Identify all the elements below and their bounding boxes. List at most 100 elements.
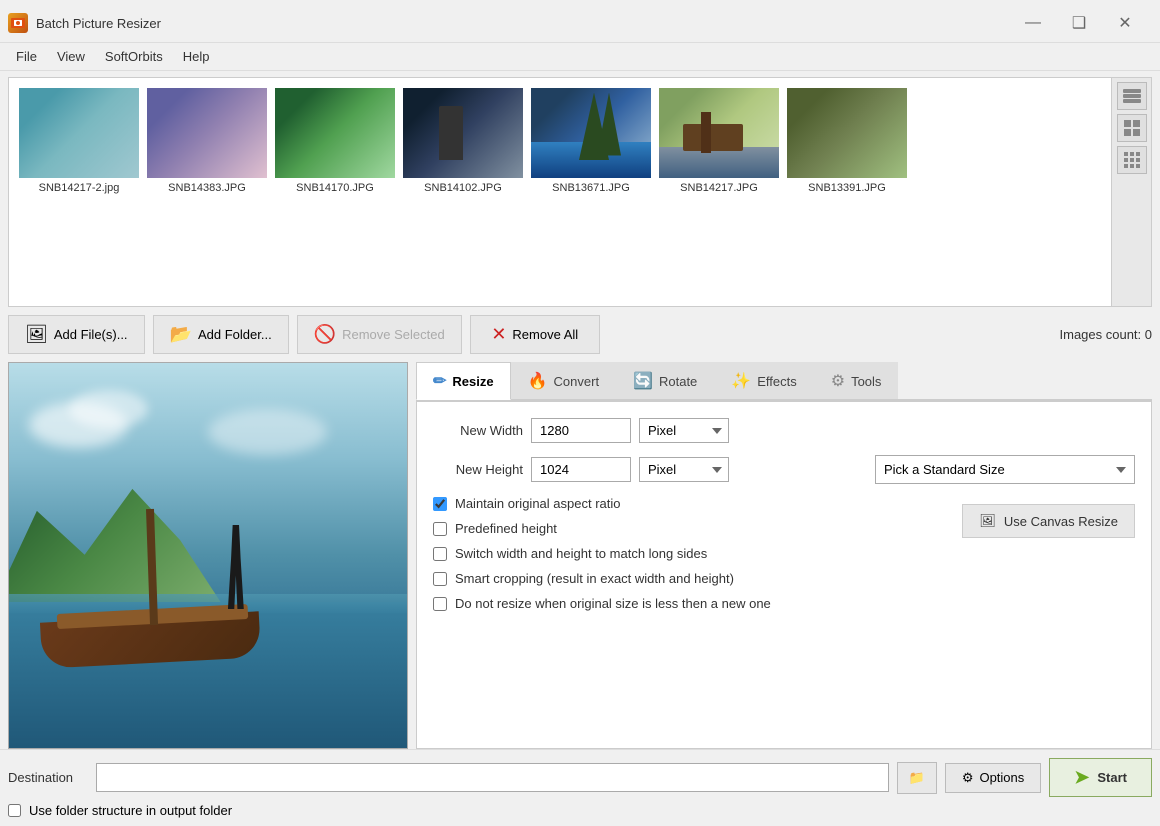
options-button[interactable]: ⚙ Options — [945, 763, 1041, 793]
canvas-resize-label: Use Canvas Resize — [1004, 514, 1118, 529]
remove-all-button[interactable]: ✕ Remove All — [470, 315, 600, 354]
smart-crop-checkbox[interactable] — [433, 572, 447, 586]
folder-structure-checkbox[interactable] — [8, 804, 21, 817]
destination-label: Destination — [8, 770, 88, 785]
close-button[interactable]: ✕ — [1102, 8, 1148, 38]
strip-view-btn-2[interactable] — [1117, 114, 1147, 142]
standard-size-select[interactable]: Pick a Standard Size 800x6001024x7681280… — [875, 455, 1135, 484]
tab-tools[interactable]: ⚙ Tools — [814, 362, 899, 399]
tab-tools-label: Tools — [851, 374, 881, 389]
tabs-bar: ✏ Resize 🔥 Convert 🔄 Rotate ✨ Effects ⚙ — [416, 362, 1152, 401]
no-resize-small-row: Do not resize when original size is less… — [433, 596, 938, 611]
menu-help[interactable]: Help — [175, 45, 218, 68]
tab-rotate-label: Rotate — [659, 374, 697, 389]
maintain-aspect-label[interactable]: Maintain original aspect ratio — [455, 496, 620, 511]
menu-view[interactable]: View — [49, 45, 93, 68]
switch-wh-checkbox[interactable] — [433, 547, 447, 561]
minimize-button[interactable]: — — [1010, 8, 1056, 38]
tab-rotate[interactable]: 🔄 Rotate — [616, 362, 714, 399]
thumb-label: SNB13671.JPG — [552, 182, 630, 194]
list-item[interactable]: SNB14102.JPG — [401, 86, 525, 196]
folder-structure-row: Use folder structure in output folder — [8, 803, 1152, 818]
maintain-aspect-row: Maintain original aspect ratio — [433, 496, 938, 511]
strip-view-btn-3[interactable] — [1117, 146, 1147, 174]
start-label: Start — [1097, 770, 1127, 785]
strip-view-btn-1[interactable] — [1117, 82, 1147, 110]
thumb-label: SNB14102.JPG — [424, 182, 502, 194]
smart-crop-row: Smart cropping (result in exact width an… — [433, 571, 938, 586]
new-height-input[interactable] — [531, 457, 631, 482]
preview-panel — [8, 362, 408, 749]
list-item[interactable]: SNB14170.JPG — [273, 86, 397, 196]
list-item[interactable]: SNB14383.JPG — [145, 86, 269, 196]
add-folder-button[interactable]: 📂 Add Folder... — [153, 315, 289, 354]
restore-button[interactable]: ❑ — [1056, 8, 1102, 38]
convert-icon: 🔥 — [528, 371, 548, 391]
remove-all-label: Remove All — [512, 327, 578, 342]
destination-input[interactable] — [96, 763, 889, 792]
destination-row: Destination 📁 ⚙ Options ➤ Start — [8, 758, 1152, 797]
remove-selected-icon: 🚫 — [314, 324, 336, 345]
folder-icon: 📁 — [909, 770, 925, 786]
add-files-button[interactable]: 🖼 Add File(s)... — [8, 315, 145, 354]
thumb-label: SNB14170.JPG — [296, 182, 374, 194]
strip-sidebar — [1111, 78, 1151, 306]
effects-icon: ✨ — [731, 371, 751, 391]
new-height-row: New Height PixelPercentInchCentimeter Pi… — [433, 455, 1135, 484]
right-panel: ✏ Resize 🔥 Convert 🔄 Rotate ✨ Effects ⚙ — [416, 362, 1152, 749]
preview-image — [9, 363, 407, 748]
folder-structure-label[interactable]: Use folder structure in output folder — [29, 803, 232, 818]
predefined-height-checkbox[interactable] — [433, 522, 447, 536]
resize-icon: ✏ — [433, 371, 446, 391]
add-folder-icon: 📂 — [170, 324, 192, 345]
switch-wh-row: Switch width and height to match long si… — [433, 546, 938, 561]
image-strip-container: SNB14217-2.jpg SNB14383.JPG SNB14170.JPG… — [8, 77, 1152, 307]
smart-crop-label[interactable]: Smart cropping (result in exact width an… — [455, 571, 734, 586]
new-width-label: New Width — [433, 423, 523, 438]
canvas-resize-icon: 🖼 — [979, 513, 996, 529]
add-files-label: Add File(s)... — [54, 327, 128, 342]
tab-effects[interactable]: ✨ Effects — [714, 362, 813, 399]
bottom-bar: Destination 📁 ⚙ Options ➤ Start Use fold… — [0, 749, 1160, 826]
no-resize-small-checkbox[interactable] — [433, 597, 447, 611]
start-icon: ➤ — [1074, 767, 1089, 788]
panels-row: ✏ Resize 🔥 Convert 🔄 Rotate ✨ Effects ⚙ — [0, 362, 1160, 749]
new-width-row: New Width PixelPercentInchCentimeter — [433, 418, 1135, 443]
remove-all-icon: ✕ — [491, 324, 506, 345]
resize-tab-content: New Width PixelPercentInchCentimeter New… — [416, 401, 1152, 749]
list-item[interactable]: SNB13391.JPG — [785, 86, 909, 196]
title-bar-controls: — ❑ ✕ — [1010, 8, 1148, 38]
thumb-label: SNB14217.JPG — [680, 182, 758, 194]
tab-effects-label: Effects — [757, 374, 797, 389]
new-width-unit-select[interactable]: PixelPercentInchCentimeter — [639, 418, 729, 443]
thumb-label: SNB14383.JPG — [168, 182, 246, 194]
list-item[interactable]: SNB14217-2.jpg — [17, 86, 141, 196]
menu-softorbits[interactable]: SoftOrbits — [97, 45, 171, 68]
thumb-label: SNB13391.JPG — [808, 182, 886, 194]
tab-convert[interactable]: 🔥 Convert — [511, 362, 616, 399]
menu-file[interactable]: File — [8, 45, 45, 68]
menu-bar: File View SoftOrbits Help — [0, 43, 1160, 71]
main-content: SNB14217-2.jpg SNB14383.JPG SNB14170.JPG… — [0, 71, 1160, 826]
title-bar: Batch Picture Resizer — ❑ ✕ — [0, 0, 1160, 43]
no-resize-small-label[interactable]: Do not resize when original size is less… — [455, 596, 771, 611]
predefined-height-label[interactable]: Predefined height — [455, 521, 557, 536]
window-title: Batch Picture Resizer — [36, 16, 161, 31]
destination-folder-button[interactable]: 📁 — [897, 762, 937, 794]
remove-selected-button[interactable]: 🚫 Remove Selected — [297, 315, 462, 354]
tab-resize-label: Resize — [452, 374, 493, 389]
options-icon: ⚙ — [962, 770, 974, 786]
switch-wh-label[interactable]: Switch width and height to match long si… — [455, 546, 707, 561]
list-item[interactable]: SNB13671.JPG — [529, 86, 653, 196]
maintain-aspect-checkbox[interactable] — [433, 497, 447, 511]
toolbar: 🖼 Add File(s)... 📂 Add Folder... 🚫 Remov… — [0, 307, 1160, 362]
image-strip: SNB14217-2.jpg SNB14383.JPG SNB14170.JPG… — [9, 78, 1111, 306]
new-width-input[interactable] — [531, 418, 631, 443]
add-files-icon: 🖼 — [25, 324, 48, 345]
predefined-height-row: Predefined height — [433, 521, 938, 536]
new-height-unit-select[interactable]: PixelPercentInchCentimeter — [639, 457, 729, 482]
tab-resize[interactable]: ✏ Resize — [416, 362, 511, 400]
start-button[interactable]: ➤ Start — [1049, 758, 1152, 797]
list-item[interactable]: SNB14217.JPG — [657, 86, 781, 196]
canvas-resize-button[interactable]: 🖼 Use Canvas Resize — [962, 504, 1135, 538]
